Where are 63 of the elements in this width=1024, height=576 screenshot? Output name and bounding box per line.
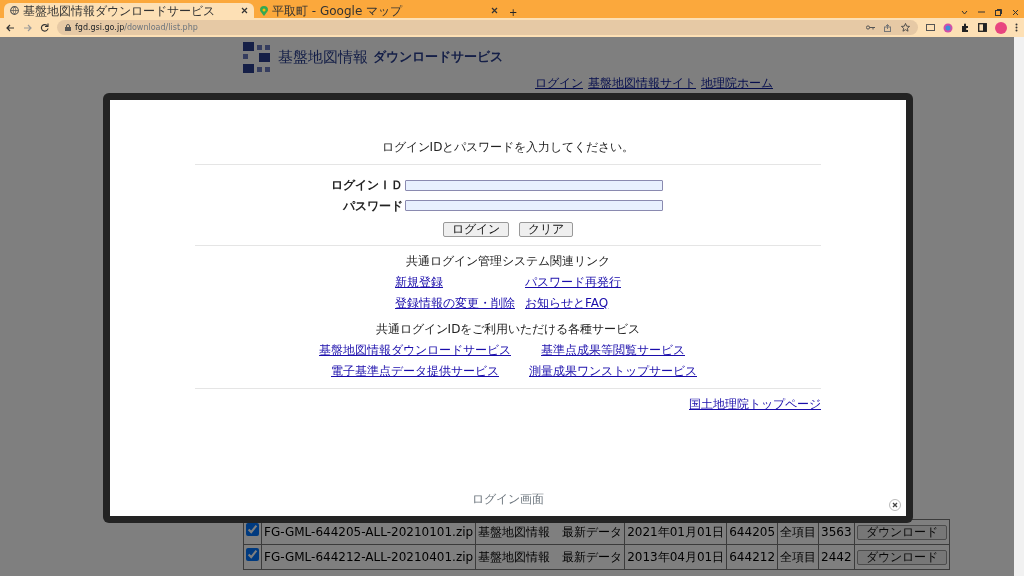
profile-avatar[interactable]: [995, 21, 1007, 34]
logo-icon: [243, 41, 273, 73]
restore-icon[interactable]: [995, 8, 1002, 16]
key-icon[interactable]: [866, 25, 875, 30]
table-cell: 2442: [818, 544, 855, 570]
section-heading: 共通ログインIDをご利用いただける各種サービス: [375, 320, 641, 338]
cast-icon[interactable]: [926, 23, 935, 32]
site-title: 基盤地図情報: [278, 46, 368, 68]
new-tab-button[interactable]: +: [509, 8, 518, 18]
input-field[interactable]: [405, 200, 664, 211]
map-pin-icon: [260, 5, 268, 16]
table-cell: FG-GML-644212-ALL-20210401.zip: [261, 544, 476, 570]
link[interactable]: 電子基準点データ提供サービス: [331, 361, 499, 380]
form-button[interactable]: ログイン: [443, 221, 509, 237]
section-heading: 共通ログイン管理システム関連リンク: [406, 252, 610, 270]
top-page-link[interactable]: 国土地理院トップページ: [689, 396, 821, 411]
scrollbar[interactable]: [1014, 37, 1024, 576]
download-button[interactable]: ダウンロード: [856, 550, 947, 565]
reload-icon[interactable]: [40, 23, 49, 32]
star-icon[interactable]: [901, 23, 910, 32]
link[interactable]: パスワード再発行: [525, 272, 621, 291]
field-label: パスワード: [341, 197, 403, 215]
download-button[interactable]: ダウンロード: [856, 525, 947, 540]
instruction-text: ログインIDとパスワードを入力してください。: [381, 139, 635, 156]
site-subtitle: ダウンロードサービス: [373, 48, 503, 67]
close-icon[interactable]: [1012, 8, 1019, 16]
close-icon[interactable]: [241, 7, 248, 14]
header-link[interactable]: 地理院ホーム: [701, 74, 773, 92]
side-panel-icon[interactable]: [978, 23, 987, 32]
modal-caption: ログイン画面: [472, 491, 544, 508]
table-cell: 644212: [726, 544, 778, 570]
form-button[interactable]: クリア: [519, 221, 573, 237]
link[interactable]: 基準点成果等閲覧サービス: [541, 340, 685, 359]
close-icon[interactable]: [889, 499, 901, 511]
input-field[interactable]: [405, 179, 664, 191]
close-icon[interactable]: [491, 7, 498, 14]
header-link[interactable]: 基盤地図情報サイト: [588, 74, 696, 92]
tab-title: 平取町 - Google マップ: [272, 2, 404, 20]
chevron-down-icon[interactable]: [961, 9, 968, 15]
tab-title: 基盤地図情報ダウンロードサービス: [23, 2, 216, 20]
url-text: fgd.gsi.go.jp/download/list.php: [75, 21, 198, 34]
share-icon[interactable]: [884, 23, 892, 32]
row-checkbox[interactable]: [246, 548, 259, 561]
table-cell: 全項目: [777, 544, 819, 570]
link[interactable]: 新規登録: [395, 272, 443, 291]
table-cell: 基盤地図情報 最新データ: [475, 544, 625, 570]
field-label: ログインＩＤ: [329, 177, 403, 194]
browser-tab[interactable]: 基盤地図情報ダウンロードサービス: [4, 3, 254, 18]
link[interactable]: 登録情報の変更・削除: [395, 293, 515, 312]
back-icon[interactable]: [6, 23, 15, 32]
table-cell: 2013年04月01日: [624, 544, 727, 570]
header-link[interactable]: ログイン: [535, 74, 583, 92]
link[interactable]: 基盤地図情報ダウンロードサービス: [319, 340, 511, 359]
extension-color-icon[interactable]: [943, 22, 953, 33]
menu-icon[interactable]: [1015, 23, 1018, 32]
browser-tab[interactable]: 平取町 - Google マップ: [254, 3, 504, 18]
lock-icon: [65, 24, 71, 31]
link[interactable]: お知らせとFAQ: [525, 293, 609, 312]
puzzle-icon[interactable]: [961, 23, 970, 32]
row-checkbox[interactable]: [246, 523, 259, 536]
globe-icon: [10, 6, 19, 15]
link[interactable]: 測量成果ワンストップサービス: [529, 361, 697, 380]
address-bar[interactable]: fgd.gsi.go.jp/download/list.php: [57, 20, 918, 35]
